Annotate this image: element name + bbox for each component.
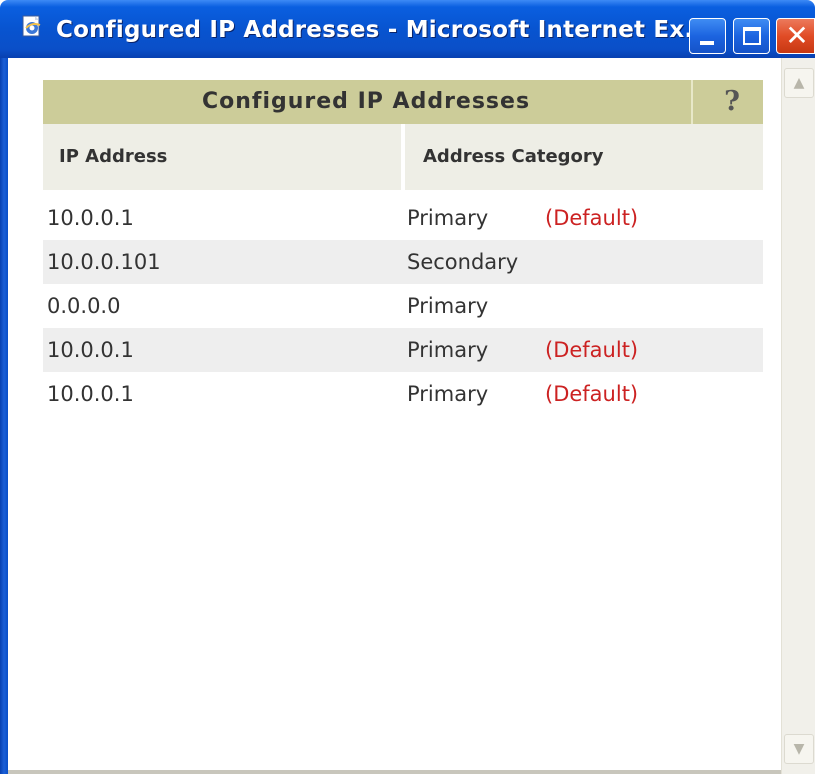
default-label: (Default): [545, 382, 639, 406]
help-icon[interactable]: ?: [717, 86, 747, 118]
ie-page-icon: [22, 15, 41, 37]
minimize-icon: [700, 41, 714, 45]
vertical-scrollbar[interactable]: ▲ ▼: [781, 58, 815, 774]
title-bar[interactable]: Configured IP Addresses - Microsoft Inte…: [0, 0, 815, 58]
panel-header: Configured IP Addresses ?: [43, 80, 763, 124]
default-label: (Default): [545, 206, 639, 230]
window-frame-bottom: [8, 770, 781, 774]
panel-title: Configured IP Addresses: [201, 89, 531, 114]
table-row: 0.0.0.0 Primary: [43, 284, 763, 328]
page-content: Configured IP Addresses ? IP Address Add…: [8, 58, 781, 774]
table-row: 10.0.0.1 Primary (Default): [43, 328, 763, 372]
browser-window: Configured IP Addresses - Microsoft Inte…: [0, 0, 815, 774]
scroll-down-button[interactable]: ▼: [784, 734, 814, 764]
address-category-cell: Secondary: [407, 250, 519, 274]
chevron-up-icon: ▲: [793, 75, 805, 91]
table-row: 10.0.0.1 Primary (Default): [43, 372, 763, 416]
scroll-up-button[interactable]: ▲: [784, 68, 814, 98]
window-title: Configured IP Addresses - Microsoft Inte…: [56, 17, 712, 43]
ip-address-cell: 0.0.0.0: [47, 294, 121, 318]
ip-address-cell: 10.0.0.1: [47, 382, 134, 406]
help-cell: ?: [691, 80, 763, 124]
address-category-cell: Primary: [407, 382, 489, 406]
chevron-down-icon: ▼: [793, 741, 805, 757]
table-row: 10.0.0.101 Secondary: [43, 240, 763, 284]
ip-address-cell: 10.0.0.101: [47, 250, 161, 274]
address-category-cell: Primary: [407, 338, 489, 362]
maximize-button[interactable]: [733, 18, 770, 54]
close-button[interactable]: ✕: [776, 18, 815, 54]
default-label: (Default): [545, 338, 639, 362]
close-icon: ✕: [785, 19, 809, 52]
address-category-cell: Primary: [407, 206, 489, 230]
ip-address-cell: 10.0.0.1: [47, 206, 134, 230]
window-frame-left: [0, 58, 8, 774]
ip-address-cell: 10.0.0.1: [47, 338, 134, 362]
table-row: 10.0.0.1 Primary (Default): [43, 196, 763, 240]
minimize-button[interactable]: [689, 18, 726, 54]
address-category-cell: Primary: [407, 294, 489, 318]
column-header-ip-address: IP Address: [43, 124, 401, 190]
column-header-address-category: Address Category: [405, 124, 763, 190]
maximize-icon: [743, 27, 761, 45]
